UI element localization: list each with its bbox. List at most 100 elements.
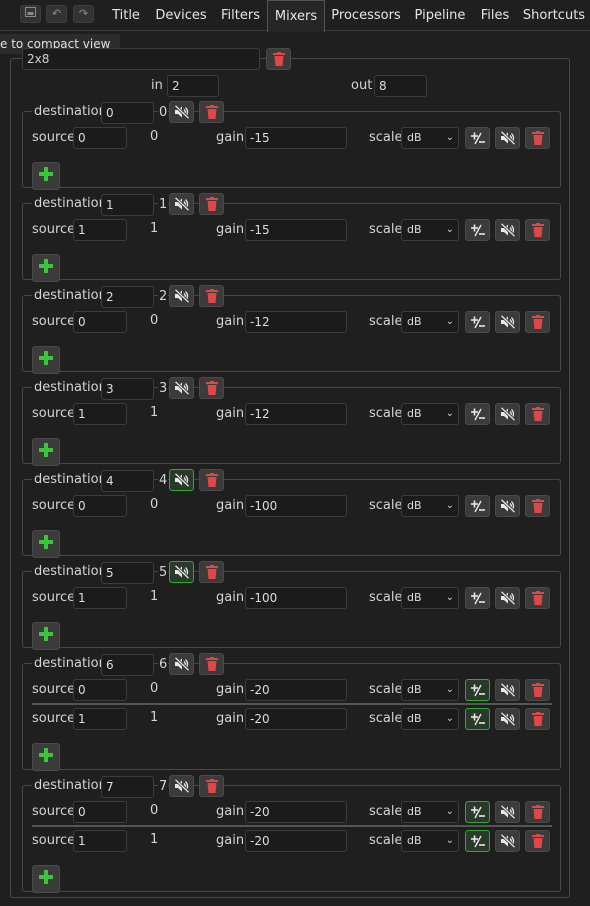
gain-input[interactable]: -100 — [245, 587, 347, 609]
mute-destination-button[interactable] — [169, 653, 194, 675]
add-source-button[interactable] — [32, 254, 60, 282]
destination-input[interactable]: 7 — [101, 776, 154, 798]
destination-input[interactable]: 4 — [101, 470, 154, 492]
delete-source-button[interactable] — [525, 801, 550, 823]
destination-input[interactable]: 2 — [101, 286, 154, 308]
mute-destination-button[interactable] — [169, 469, 194, 491]
mute-source-button[interactable] — [495, 679, 520, 701]
tab-filters[interactable]: Filters — [214, 0, 267, 31]
source-channel-input[interactable]: 0 — [73, 495, 127, 517]
tab-files[interactable]: Files — [473, 0, 517, 31]
scale-select[interactable]: dB ⌄ — [401, 830, 459, 852]
tab-pipeline[interactable]: Pipeline — [408, 0, 472, 31]
mixer-name-input[interactable]: 2x8 — [22, 48, 260, 70]
mute-destination-button[interactable] — [169, 101, 194, 123]
delete-source-button[interactable] — [525, 679, 550, 701]
add-source-button[interactable] — [32, 865, 60, 893]
add-source-button[interactable] — [32, 743, 60, 771]
add-source-button[interactable] — [32, 530, 60, 558]
delete-mixer-button[interactable] — [266, 48, 291, 70]
invert-button[interactable] — [465, 708, 490, 730]
destination-input[interactable]: 3 — [101, 378, 154, 400]
delete-source-button[interactable] — [525, 495, 550, 517]
mute-destination-button[interactable] — [169, 775, 194, 797]
scale-select[interactable]: dB ⌄ — [401, 127, 459, 149]
invert-button[interactable] — [465, 311, 490, 333]
mute-destination-button[interactable] — [169, 193, 194, 215]
scale-select[interactable]: dB ⌄ — [401, 801, 459, 823]
mute-destination-button[interactable] — [169, 561, 194, 583]
tab-shortcuts[interactable]: Shortcuts — [518, 0, 590, 31]
invert-button[interactable] — [465, 587, 490, 609]
mute-destination-button[interactable] — [169, 285, 194, 307]
source-channel-input[interactable]: 0 — [73, 801, 127, 823]
scale-select[interactable]: dB ⌄ — [401, 311, 459, 333]
mute-source-button[interactable] — [495, 219, 520, 241]
tab-devices[interactable]: Devices — [150, 0, 212, 31]
scale-select[interactable]: dB ⌄ — [401, 679, 459, 701]
gain-input[interactable]: -20 — [245, 801, 347, 823]
gain-input[interactable]: -20 — [245, 679, 347, 701]
add-source-button[interactable] — [32, 162, 60, 190]
delete-source-button[interactable] — [525, 219, 550, 241]
mute-source-button[interactable] — [495, 587, 520, 609]
scale-select[interactable]: dB ⌄ — [401, 708, 459, 730]
add-source-button[interactable] — [32, 438, 60, 466]
add-source-button[interactable] — [32, 346, 60, 374]
invert-button[interactable] — [465, 801, 490, 823]
tab-processors[interactable]: Processors — [326, 0, 406, 31]
delete-source-button[interactable] — [525, 830, 550, 852]
invert-button[interactable] — [465, 219, 490, 241]
source-channel-input[interactable]: 0 — [73, 127, 127, 149]
gain-input[interactable]: -15 — [245, 219, 347, 241]
invert-button[interactable] — [465, 127, 490, 149]
mute-source-button[interactable] — [495, 830, 520, 852]
mute-source-button[interactable] — [495, 311, 520, 333]
gain-input[interactable]: -20 — [245, 708, 347, 730]
source-channel-input[interactable]: 0 — [73, 679, 127, 701]
gain-input[interactable]: -15 — [245, 127, 347, 149]
add-source-button[interactable] — [32, 622, 60, 650]
destination-input[interactable]: 6 — [101, 654, 154, 676]
scale-select[interactable]: dB ⌄ — [401, 219, 459, 241]
invert-button[interactable] — [465, 830, 490, 852]
gain-input[interactable]: -12 — [245, 403, 347, 425]
delete-source-button[interactable] — [525, 311, 550, 333]
gain-input[interactable]: -100 — [245, 495, 347, 517]
mute-source-button[interactable] — [495, 708, 520, 730]
delete-destination-button[interactable] — [199, 561, 224, 583]
destination-input[interactable]: 5 — [101, 562, 154, 584]
scale-select[interactable]: dB ⌄ — [401, 587, 459, 609]
scale-select[interactable]: dB ⌄ — [401, 403, 459, 425]
source-channel-input[interactable]: 1 — [73, 830, 127, 852]
compact-view-icon[interactable] — [20, 5, 41, 23]
gain-input[interactable]: -12 — [245, 311, 347, 333]
delete-source-button[interactable] — [525, 403, 550, 425]
delete-destination-button[interactable] — [199, 469, 224, 491]
destination-input[interactable]: 1 — [101, 194, 154, 216]
source-channel-input[interactable]: 1 — [73, 708, 127, 730]
delete-destination-button[interactable] — [199, 101, 224, 123]
mute-source-button[interactable] — [495, 801, 520, 823]
destination-input[interactable]: 0 — [101, 102, 154, 124]
delete-source-button[interactable] — [525, 587, 550, 609]
gain-input[interactable]: -20 — [245, 830, 347, 852]
mute-source-button[interactable] — [495, 403, 520, 425]
mute-source-button[interactable] — [495, 495, 520, 517]
redo-icon[interactable]: ↷ — [73, 5, 94, 23]
tab-title[interactable]: Title — [102, 0, 150, 31]
delete-destination-button[interactable] — [199, 193, 224, 215]
mute-source-button[interactable] — [495, 127, 520, 149]
out-channels-input[interactable]: 8 — [374, 75, 427, 97]
source-channel-input[interactable]: 1 — [73, 403, 127, 425]
delete-destination-button[interactable] — [199, 377, 224, 399]
source-channel-input[interactable]: 0 — [73, 311, 127, 333]
delete-destination-button[interactable] — [199, 653, 224, 675]
invert-button[interactable] — [465, 403, 490, 425]
tab-mixers[interactable]: Mixers — [267, 0, 325, 32]
in-channels-input[interactable]: 2 — [167, 75, 219, 97]
mute-destination-button[interactable] — [169, 377, 194, 399]
undo-icon[interactable]: ↶ — [46, 5, 67, 23]
delete-destination-button[interactable] — [199, 775, 224, 797]
invert-button[interactable] — [465, 679, 490, 701]
